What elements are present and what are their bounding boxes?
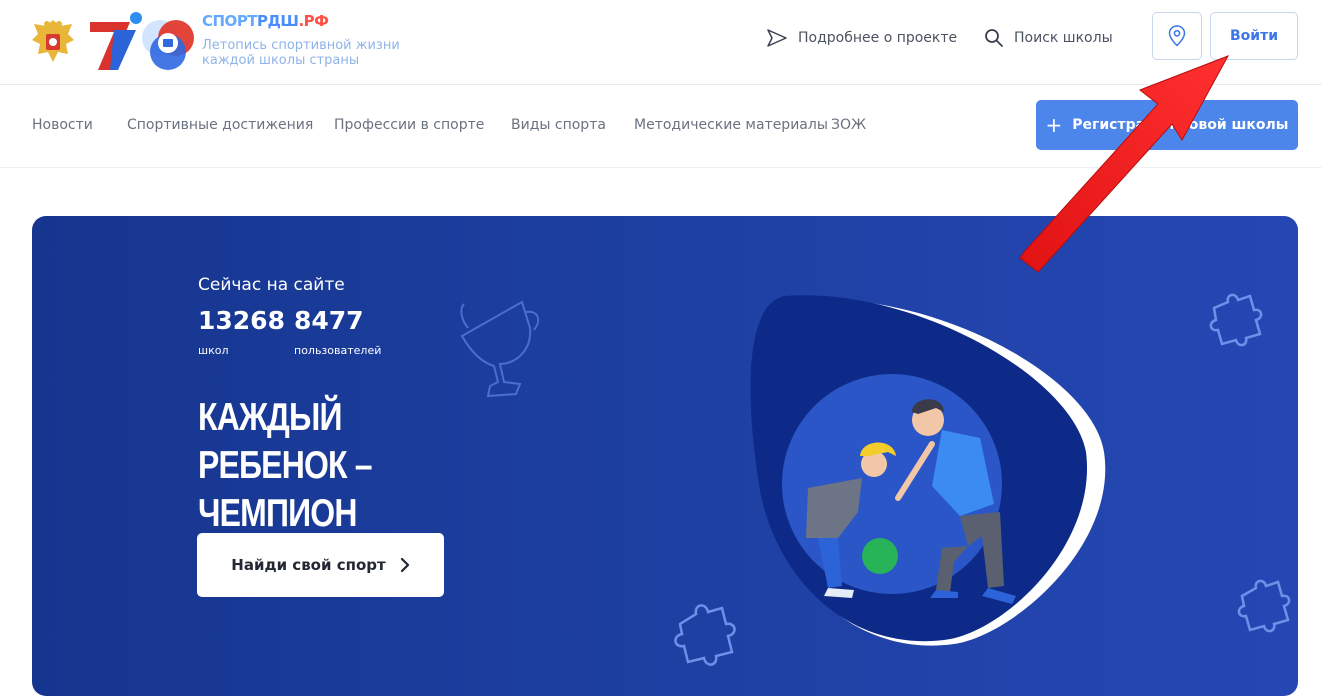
- hero-banner: Сейчас на сайте 13268 школ 8477 пользова…: [32, 216, 1298, 696]
- nav-item-professions[interactable]: Профессии в спорте: [334, 117, 484, 133]
- header-divider: [0, 84, 1322, 85]
- plus-icon: +: [1045, 113, 1063, 137]
- find-sport-label: Найди свой спорт: [231, 556, 386, 574]
- rdsh-logo-icon: [142, 20, 194, 70]
- school-search-label: Поиск школы: [1014, 30, 1113, 46]
- users-count: 8477: [294, 306, 364, 335]
- about-project-label: Подробнее о проекте: [798, 30, 958, 46]
- trophy-icon: [460, 300, 540, 398]
- users-count-label: пользователей: [294, 344, 382, 357]
- logo-group[interactable]: СПОРТРДШ.РФ Летопись спортивной жизни ка…: [26, 8, 400, 78]
- location-pin-icon: [1168, 25, 1186, 47]
- schools-count: 13268: [198, 306, 285, 335]
- nav-item-news[interactable]: Новости: [32, 117, 93, 133]
- slogan-line-1: Каждый ребенок –: [198, 396, 373, 487]
- school-search-link[interactable]: Поиск школы: [984, 28, 1113, 48]
- slogan-line-2: чемпион: [198, 492, 357, 535]
- nav-item-healthy-lifestyle[interactable]: ЗОЖ: [831, 117, 866, 133]
- brand-part-rdsh: РДШ: [257, 12, 299, 30]
- send-arrow-icon: [767, 29, 787, 47]
- nav-item-achievements[interactable]: Спортивные достижения: [127, 117, 313, 133]
- find-sport-button[interactable]: Найди свой спорт: [197, 533, 444, 597]
- coat-of-arms-icon: [32, 20, 74, 62]
- nav-divider: [0, 167, 1322, 168]
- brand-tagline: Летопись спортивной жизни каждой школы с…: [202, 38, 422, 68]
- brand-part-sport: СПОРТ: [202, 12, 258, 30]
- search-icon: [985, 29, 1003, 47]
- about-project-link[interactable]: Подробнее о проекте: [766, 28, 957, 48]
- register-school-button[interactable]: + Регистрация новой школы: [1036, 100, 1298, 150]
- online-now-label: Сейчас на сайте: [198, 275, 345, 295]
- tagline-line-2: каждой школы страны: [202, 53, 360, 68]
- login-button[interactable]: Войти: [1210, 12, 1298, 60]
- nav-item-sports[interactable]: Виды спорта: [511, 117, 606, 133]
- tagline-line-1: Летопись спортивной жизни: [202, 38, 400, 53]
- brand-part-rf: .РФ: [298, 12, 329, 30]
- site-header: СПОРТРДШ.РФ Летопись спортивной жизни ка…: [0, 0, 1322, 84]
- nav-item-methodical[interactable]: Методические материалы: [634, 117, 828, 133]
- main-nav: Новости Спортивные достижения Профессии …: [0, 100, 1322, 152]
- hero-slogan: Каждый ребенок – чемпион: [198, 394, 493, 538]
- chevron-right-icon: [400, 558, 409, 572]
- brand-name: СПОРТРДШ.РФ: [202, 12, 329, 30]
- register-school-label: Регистрация новой школы: [1072, 117, 1289, 133]
- schools-count-label: школ: [198, 344, 229, 357]
- teardrop-shape: [750, 295, 1106, 646]
- location-button[interactable]: [1152, 12, 1202, 60]
